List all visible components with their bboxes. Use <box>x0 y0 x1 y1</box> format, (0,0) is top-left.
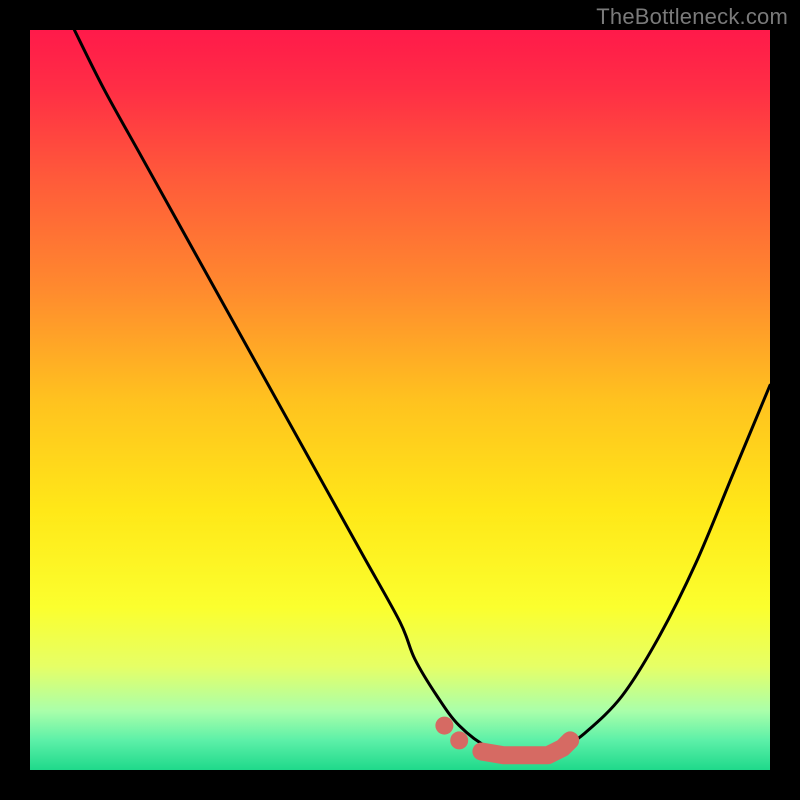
marker-dot <box>435 717 453 735</box>
marker-dot <box>450 731 468 749</box>
gradient-background <box>30 30 770 770</box>
plot-area <box>30 30 770 770</box>
watermark-label: TheBottleneck.com <box>596 4 788 30</box>
chart-frame: TheBottleneck.com <box>0 0 800 800</box>
bottleneck-chart <box>30 30 770 770</box>
